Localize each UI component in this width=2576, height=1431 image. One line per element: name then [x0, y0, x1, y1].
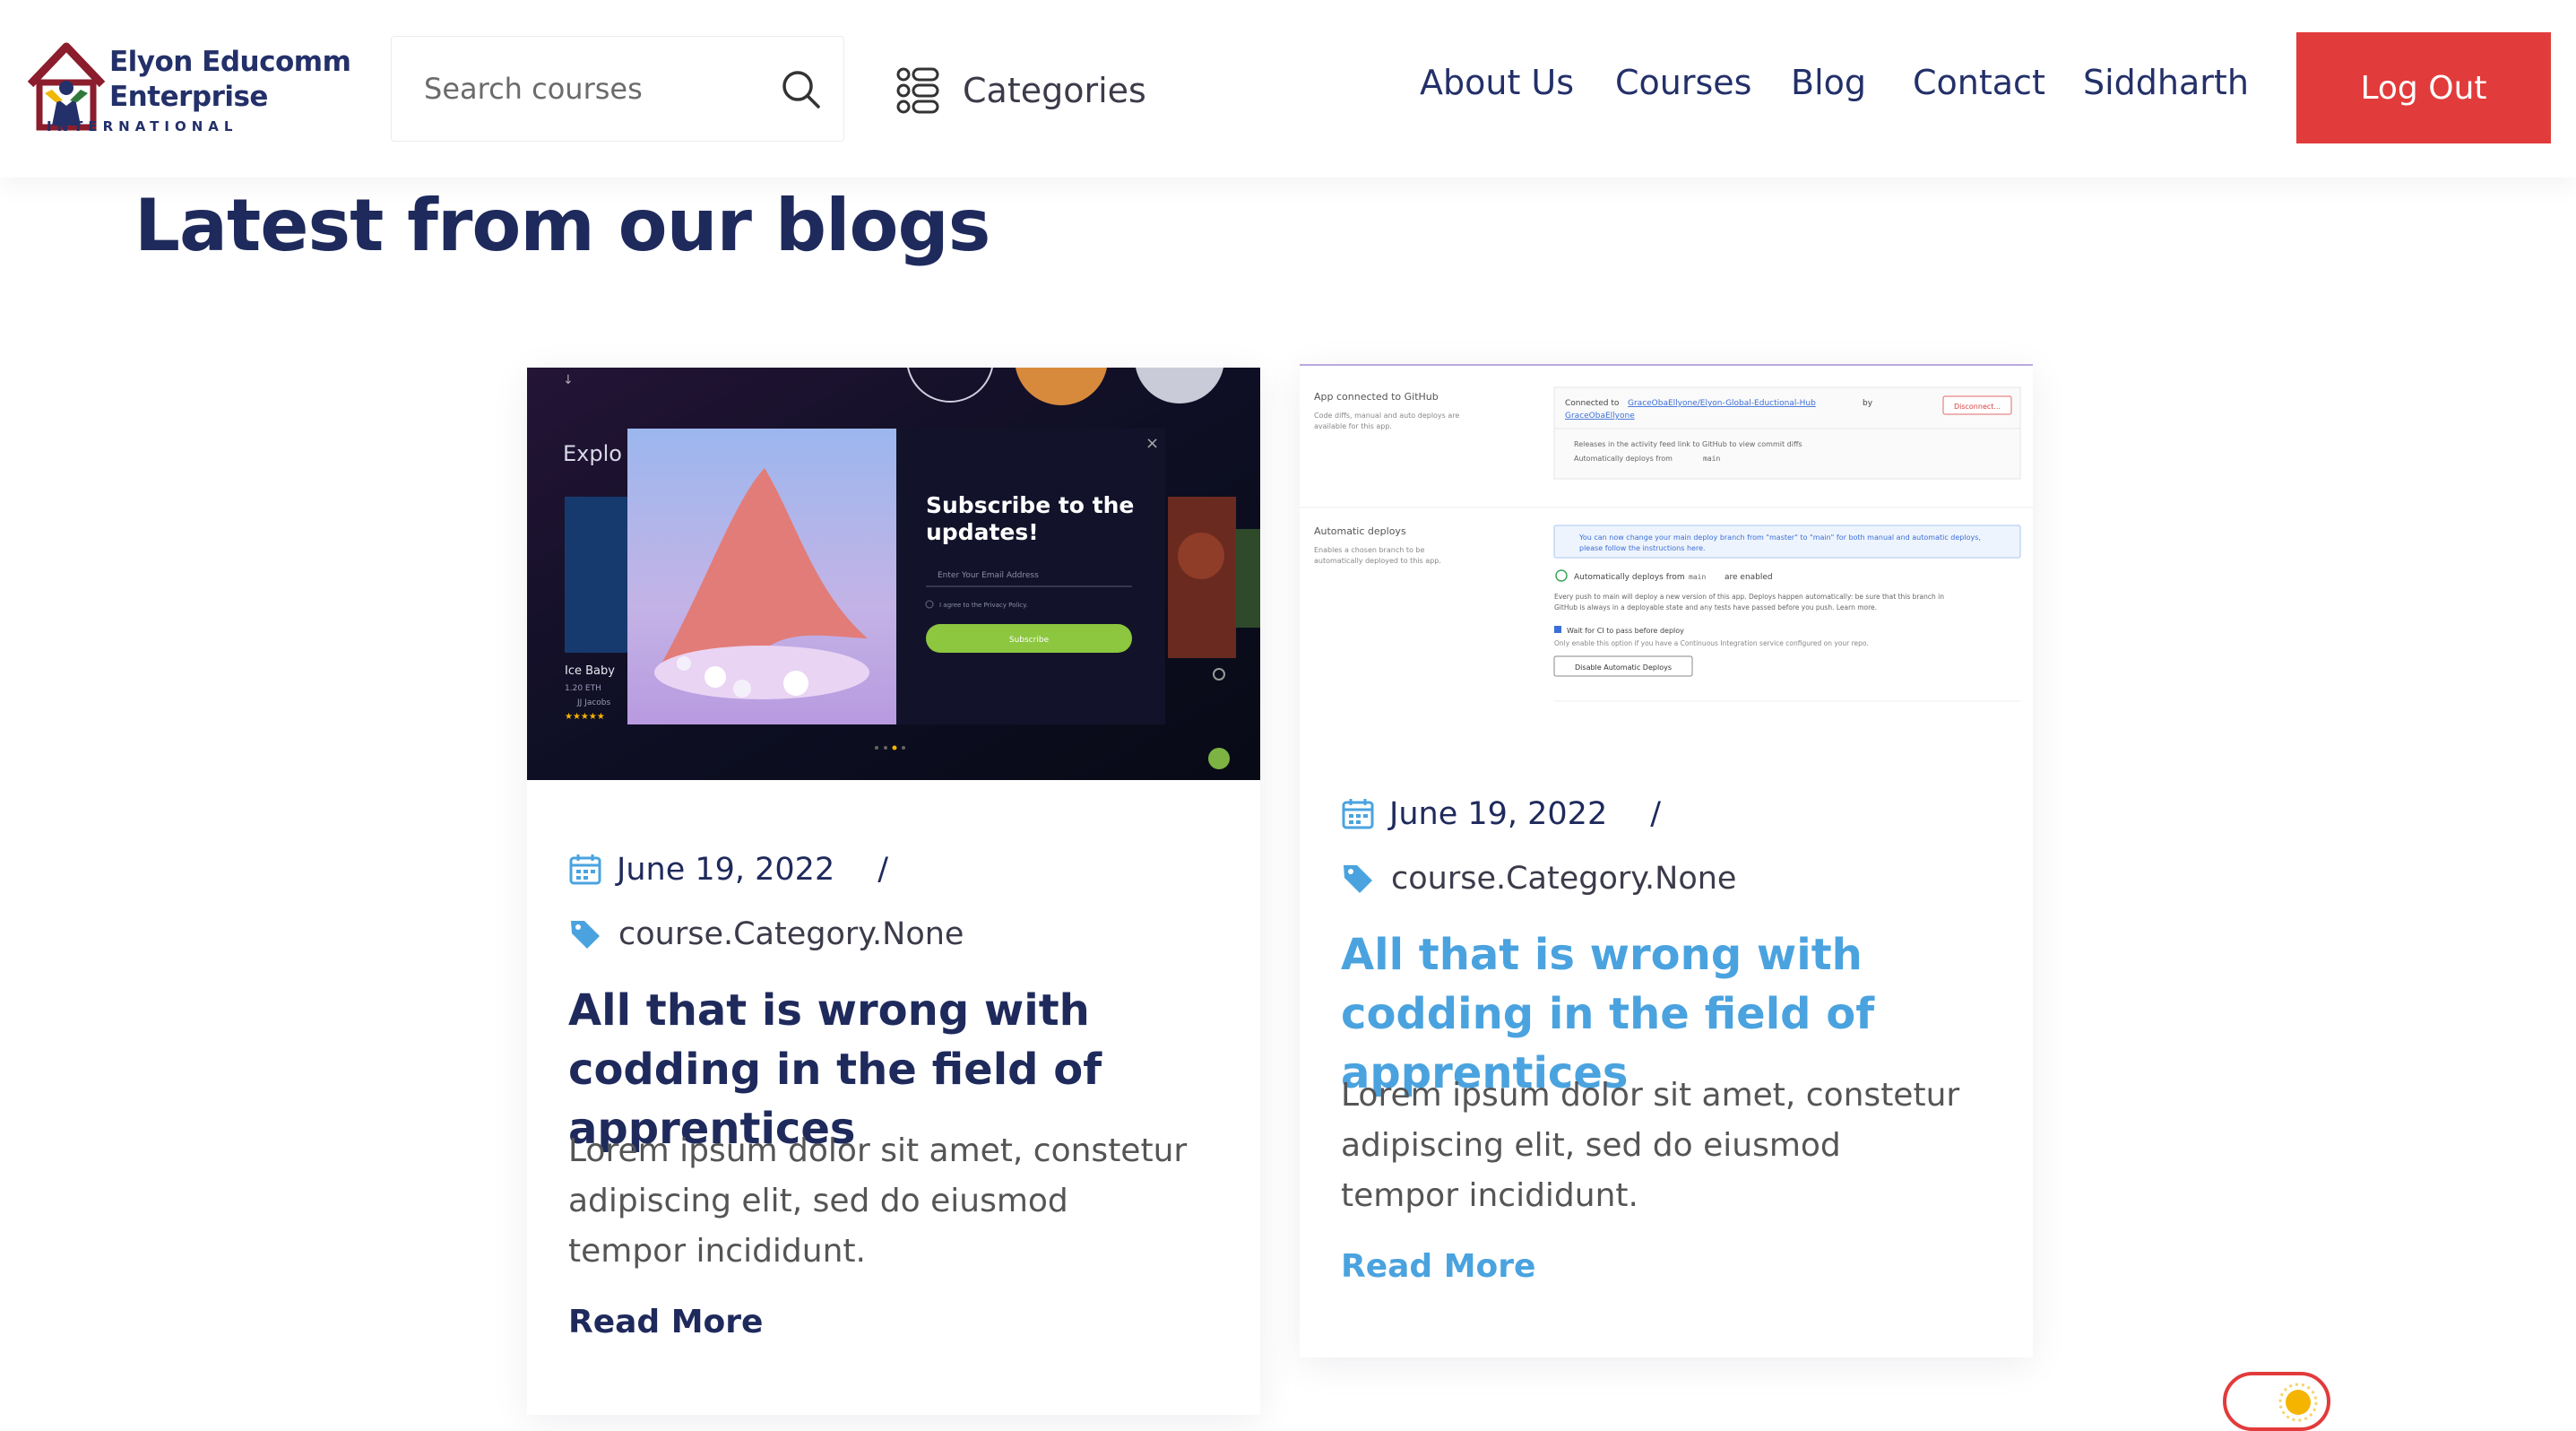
svg-text:Only enable this option if you: Only enable this option if you have a Co… [1554, 639, 1869, 647]
svg-text:main: main [1689, 573, 1706, 581]
svg-text:GraceObaEllyone/Elyon-Global-E: GraceObaEllyone/Elyon-Global-Eductional-… [1628, 399, 1816, 408]
logo-name: Elyon Educomm Enterprise [109, 45, 351, 115]
svg-text:Automatically deploys from: Automatically deploys from [1574, 455, 1673, 463]
site-header: Elyon Educomm Enterprise INTERNATIONAL C… [0, 0, 2576, 178]
logout-button[interactable]: Log Out [2296, 32, 2551, 143]
logo-name-line2: Enterprise [109, 81, 268, 113]
svg-text:please follow the instructions: please follow the instructions here. [1579, 544, 1706, 552]
categories-list-icon [896, 67, 939, 114]
post-category: course.Category.None [1341, 861, 1736, 897]
nav-about-us[interactable]: About Us [1420, 63, 1574, 111]
svg-text:Enables a chosen branch to be: Enables a chosen branch to be [1314, 546, 1424, 554]
post-excerpt: Lorem ipsum dolor sit amet, constetur ad… [568, 1132, 1188, 1270]
post-category: course.Category.None [568, 916, 964, 952]
post-date-text: June 19, 2022 [617, 852, 835, 888]
post-category-text: course.Category.None [618, 916, 964, 952]
svg-text:I agree to the Privacy Policy.: I agree to the Privacy Policy. [939, 602, 1027, 609]
svg-text:main: main [1703, 455, 1720, 463]
svg-text:Code diffs, manual and auto de: Code diffs, manual and auto deploys are [1314, 412, 1459, 420]
svg-text:★★★★★: ★★★★★ [565, 712, 605, 722]
blog-card: ↓ Explo Ice Baby 1.20 ETH JJ Jacobs ★★★★… [527, 368, 1260, 1415]
svg-text:Releases in the activity feed: Releases in the activity feed link to Gi… [1574, 440, 1802, 448]
svg-text:1.20 ETH: 1.20 ETH [565, 684, 601, 693]
svg-text:available for this app.: available for this app. [1314, 422, 1392, 430]
post-date: June 19, 2022 / [568, 852, 888, 888]
search-box [391, 36, 844, 142]
site-logo[interactable]: Elyon Educomm Enterprise INTERNATIONAL [25, 36, 351, 143]
search-input[interactable] [392, 37, 768, 140]
tag-icon [1344, 865, 1372, 893]
svg-text:Connected to: Connected to [1565, 399, 1620, 408]
svg-text:You can now change your main d: You can now change your main deploy bran… [1578, 533, 1981, 542]
section-title: Latest from our blogs [134, 184, 990, 267]
logo-tagline: INTERNATIONAL [47, 118, 238, 134]
meta-separator: / [1650, 796, 1662, 832]
blog-card: App connected to GitHub Code diffs, manu… [1300, 364, 2033, 1357]
theme-toggle[interactable] [2223, 1372, 2330, 1431]
nav-user-profile[interactable]: Siddharth [2083, 63, 2249, 111]
svg-text:Ice Baby: Ice Baby [565, 664, 615, 678]
post-date-text: June 19, 2022 [1389, 796, 1608, 832]
read-more-link[interactable]: Read More [1341, 1248, 1535, 1285]
read-more-link[interactable]: Read More [568, 1304, 763, 1340]
svg-text:Enter Your Email Address: Enter Your Email Address [938, 571, 1039, 580]
svg-text:Disable Automatic Deploys: Disable Automatic Deploys [1575, 663, 1672, 672]
svg-text:Automatically deploys from: Automatically deploys from [1574, 573, 1685, 582]
svg-text:updates!: updates! [926, 519, 1039, 545]
meta-separator: / [877, 852, 889, 888]
svg-text:GitHub is always in a deployab: GitHub is always in a deployable state a… [1554, 603, 1877, 611]
svg-text:automatically deployed to this: automatically deployed to this app. [1314, 557, 1441, 565]
post-date: June 19, 2022 / [1341, 796, 1661, 832]
svg-text:are enabled: are enabled [1725, 573, 1773, 582]
calendar-icon [1342, 799, 1374, 829]
logo-name-line1: Elyon Educomm [109, 46, 351, 78]
svg-text:GraceObaEllyone: GraceObaEllyone [1565, 412, 1635, 421]
svg-text:Disconnect...: Disconnect... [1954, 403, 2001, 411]
blog-thumbnail-image[interactable]: App connected to GitHub Code diffs, manu… [1300, 364, 2033, 723]
svg-text:Explo: Explo [563, 441, 622, 466]
svg-text:Wait for CI to pass before dep: Wait for CI to pass before deploy [1567, 627, 1684, 635]
svg-text:Every push to main will deploy: Every push to main will deploy a new ver… [1554, 593, 1944, 601]
svg-text:Subscribe: Subscribe [1009, 636, 1050, 645]
categories-menu[interactable]: Categories [896, 61, 1146, 120]
svg-text:App connected to GitHub: App connected to GitHub [1314, 391, 1439, 403]
nav-courses[interactable]: Courses [1615, 63, 1751, 111]
nav-blog[interactable]: Blog [1791, 63, 1866, 111]
nav-contact[interactable]: Contact [1913, 63, 2045, 111]
calendar-icon [569, 854, 601, 885]
categories-label: Categories [963, 71, 1146, 110]
sun-icon [2278, 1383, 2318, 1422]
post-excerpt: Lorem ipsum dolor sit amet, constetur ad… [1341, 1077, 1960, 1214]
svg-text:×: × [1145, 434, 1159, 453]
post-category-text: course.Category.None [1391, 861, 1737, 897]
svg-text:Subscribe to the: Subscribe to the [926, 492, 1134, 518]
svg-text:↓: ↓ [563, 373, 574, 387]
svg-text:by: by [1863, 399, 1873, 408]
blog-thumbnail-image[interactable]: ↓ Explo Ice Baby 1.20 ETH JJ Jacobs ★★★★… [527, 368, 1260, 780]
svg-text:JJ Jacobs: JJ Jacobs [576, 698, 611, 707]
search-icon[interactable] [779, 67, 824, 112]
tag-icon [571, 921, 600, 949]
svg-text:Automatic deploys: Automatic deploys [1314, 525, 1406, 537]
